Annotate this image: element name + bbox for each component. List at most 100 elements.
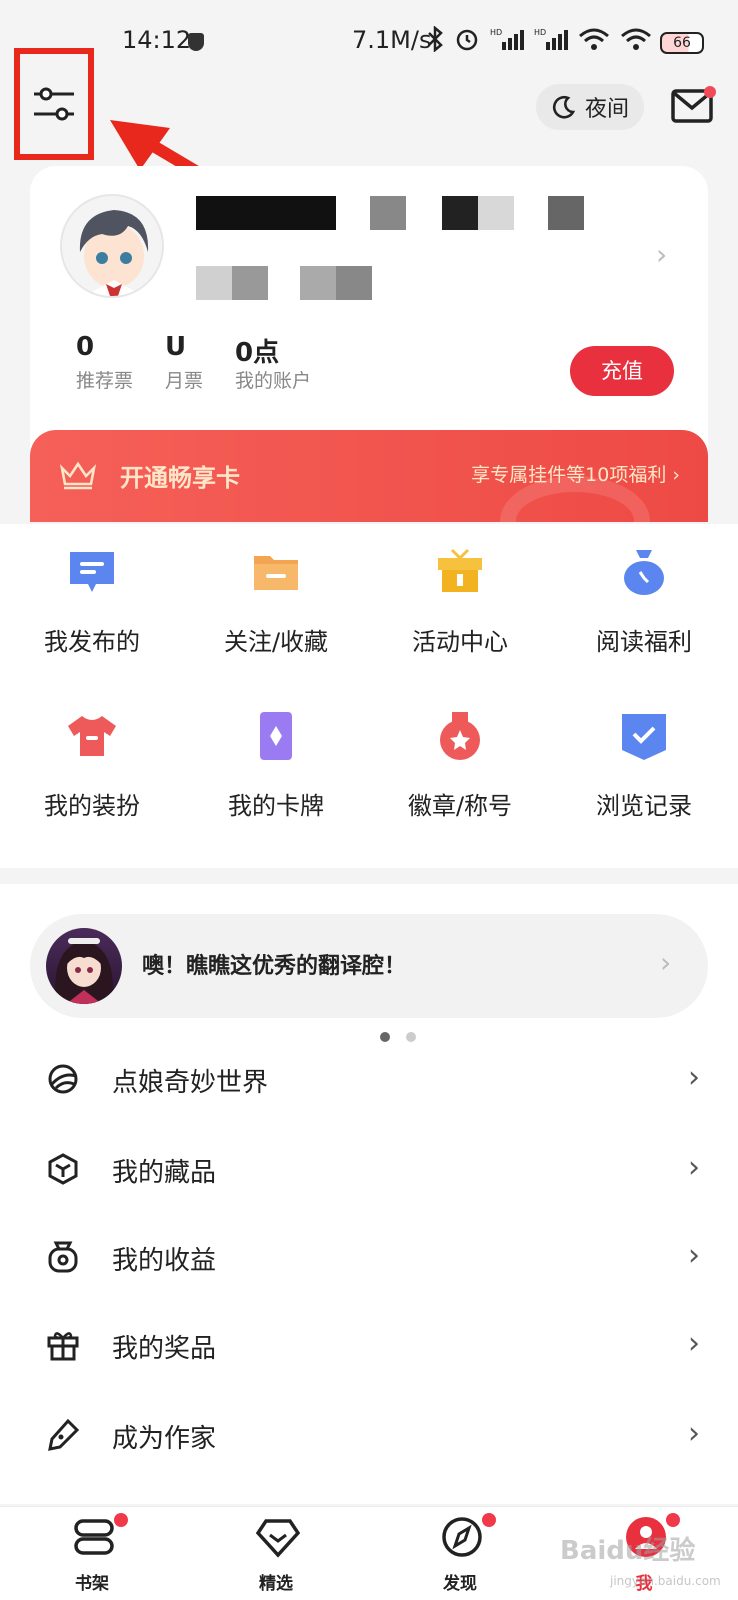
cube-icon xyxy=(48,1153,78,1185)
signal-2-icon: HD xyxy=(534,28,568,50)
chevron-right-icon[interactable]: › xyxy=(656,238,667,271)
avatar[interactable] xyxy=(60,194,164,298)
menu-label: 点娘奇妙世界 xyxy=(112,1068,269,1098)
grid-item-favorites[interactable]: 关注/收藏 xyxy=(184,524,368,664)
diamond-icon xyxy=(256,1519,300,1558)
watermark-logo: Baidu经验 xyxy=(560,1536,696,1566)
feature-grid: 我发布的 关注/收藏 活动中心 阅读福利 我的装扮 我的卡牌 徽章/称号 浏览记… xyxy=(0,524,738,868)
username-redacted-3 xyxy=(442,196,478,230)
network-speed: 7.1M/s xyxy=(352,26,432,54)
recharge-button[interactable]: 充值 xyxy=(570,346,674,396)
earnings-icon xyxy=(48,1241,78,1273)
vip-banner[interactable]: 开通畅享卡 享专属挂件等10项福利 › xyxy=(30,430,708,522)
menu-label: 我的奖品 xyxy=(112,1334,217,1364)
username-redacted-4 xyxy=(478,196,514,230)
mail-badge xyxy=(704,86,716,98)
promo-banner[interactable]: 噢！瞧瞧这优秀的翻译腔！ › xyxy=(30,914,708,1052)
menu-label: 我的收益 xyxy=(112,1246,217,1276)
status-time: 14:12 xyxy=(122,26,192,54)
moon-icon xyxy=(552,96,576,119)
vip-description: 享专属挂件等10项福利 › xyxy=(471,464,680,486)
grid-label: 我的卡牌 xyxy=(228,792,324,820)
userinfo-redacted-4 xyxy=(336,266,372,300)
grid-label: 我的装扮 xyxy=(44,792,140,820)
svg-text:HD: HD xyxy=(534,28,546,37)
status-icons: HD HD xyxy=(426,26,652,52)
prize-icon xyxy=(47,1332,79,1361)
money-bag-icon xyxy=(624,550,664,595)
grid-item-cards[interactable]: 我的卡牌 xyxy=(184,688,368,828)
stat-value: 0点 xyxy=(235,338,280,368)
stat-label: 月票 xyxy=(165,370,204,392)
promo-avatar xyxy=(46,928,122,1004)
compass-icon xyxy=(442,1517,482,1557)
grid-label: 徽章/称号 xyxy=(407,792,513,820)
grid-label: 活动中心 xyxy=(412,628,508,656)
tshirt-icon xyxy=(68,716,116,756)
grid-label: 我发布的 xyxy=(44,628,140,656)
nav-featured[interactable]: 精选 xyxy=(216,1507,336,1600)
promo-avatar-image xyxy=(55,938,113,1004)
world-icon xyxy=(48,1064,78,1094)
menu-item-collection[interactable]: 我的藏品 › xyxy=(0,1124,738,1214)
profile-stats: 0 推荐票 U 月票 0点 我的账户 xyxy=(76,332,311,393)
battery-indicator: 66 xyxy=(660,32,704,54)
stat-label: 我的账户 xyxy=(235,370,312,392)
crown-icon xyxy=(59,461,97,490)
stat-recommend-tickets[interactable]: 0 推荐票 xyxy=(76,332,133,393)
bluetooth-icon xyxy=(428,26,443,52)
username-redacted-5 xyxy=(548,196,584,230)
menu-section: 噢！瞧瞧这优秀的翻译腔！ › 点娘奇妙世界 › 我的藏品 › 我的收益 › 我的… xyxy=(0,884,738,1504)
pen-icon xyxy=(48,1418,80,1451)
card-icon xyxy=(260,712,292,760)
sliders-icon xyxy=(34,87,74,121)
chevron-right-icon: › xyxy=(688,1150,700,1185)
stat-monthly-tickets[interactable]: U 月票 xyxy=(165,332,203,393)
menu-item-world[interactable]: 点娘奇妙世界 › xyxy=(0,1034,738,1124)
stat-value: 0 xyxy=(76,332,95,362)
grid-item-reading-rewards[interactable]: 阅读福利 xyxy=(552,524,736,664)
alarm-icon xyxy=(456,29,478,51)
userinfo-redacted xyxy=(196,266,232,300)
chevron-right-icon: › xyxy=(688,1238,700,1273)
userinfo-redacted-3 xyxy=(300,266,336,300)
chevron-right-icon: › xyxy=(660,946,672,979)
stat-account[interactable]: 0点 我的账户 xyxy=(235,332,311,393)
stat-value: U xyxy=(165,332,187,362)
nav-discover[interactable]: 发现 xyxy=(400,1507,520,1600)
grid-item-history[interactable]: 浏览记录 xyxy=(552,688,736,828)
nav-bookshelf[interactable]: 书架 xyxy=(32,1507,152,1600)
night-mode-button[interactable]: 夜间 xyxy=(536,84,644,130)
promo-text: 噢！瞧瞧这优秀的翻译腔！ xyxy=(142,954,407,979)
grid-item-events[interactable]: 活动中心 xyxy=(368,524,552,664)
username-redacted xyxy=(196,196,336,230)
username-redacted-2 xyxy=(370,196,406,230)
nav-badge xyxy=(666,1513,680,1527)
watermark-url: jingyan.baidu.com xyxy=(610,1574,721,1588)
shield-icon xyxy=(188,33,204,51)
menu-item-prizes[interactable]: 我的奖品 › xyxy=(0,1300,738,1390)
chevron-right-icon: › xyxy=(688,1060,700,1095)
grid-label: 浏览记录 xyxy=(596,792,692,820)
menu-item-earnings[interactable]: 我的收益 › xyxy=(0,1212,738,1302)
gift-icon xyxy=(438,548,482,592)
menu-item-become-author[interactable]: 成为作家 › xyxy=(0,1390,738,1480)
message-icon xyxy=(70,552,114,592)
menu-label: 我的藏品 xyxy=(112,1158,217,1188)
grid-item-badges[interactable]: 徽章/称号 xyxy=(368,688,552,828)
night-mode-label: 夜间 xyxy=(584,97,629,122)
grid-label: 阅读福利 xyxy=(596,628,692,656)
nav-label: 精选 xyxy=(259,1574,293,1594)
vip-title: 开通畅享卡 xyxy=(120,464,240,492)
grid-item-decorations[interactable]: 我的装扮 xyxy=(0,688,184,828)
svg-text:HD: HD xyxy=(490,28,502,37)
stat-label: 推荐票 xyxy=(76,370,134,392)
bookshelf-icon xyxy=(74,1519,114,1555)
grid-item-published[interactable]: 我发布的 xyxy=(0,524,184,664)
nav-label: 发现 xyxy=(443,1574,477,1594)
chevron-right-icon: › xyxy=(688,1416,700,1451)
medal-icon xyxy=(440,712,480,760)
nav-badge xyxy=(114,1513,128,1527)
avatar-image xyxy=(62,196,162,296)
settings-button[interactable] xyxy=(14,48,94,160)
